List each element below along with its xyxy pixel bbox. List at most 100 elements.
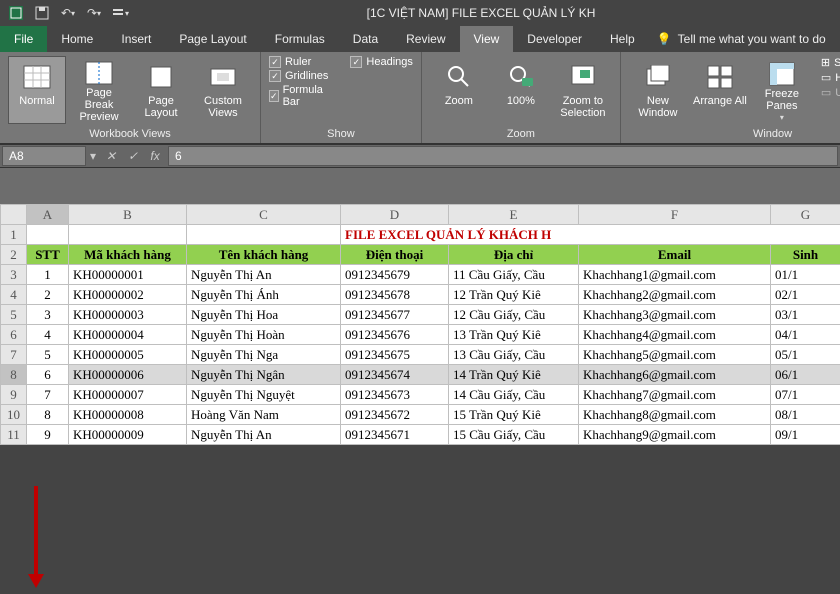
cell-makh[interactable]: KH00000006 — [69, 365, 187, 385]
redo-icon[interactable]: ↷▾ — [84, 3, 104, 23]
grid-table[interactable]: A B C D E F G 1 FILE EXCEL QUẢN LÝ KHÁCH… — [0, 204, 840, 445]
undo-icon[interactable]: ↶▾ — [58, 3, 78, 23]
zoom-100-button[interactable]: 100% — [492, 56, 550, 124]
table-row[interactable]: 5 3 KH00000003 Nguyễn Thị Hoa 0912345677… — [1, 305, 840, 325]
zoom-to-selection-button[interactable]: Zoom to Selection — [554, 56, 612, 124]
cell-ten[interactable]: Nguyễn Thị An — [187, 425, 341, 445]
cell-sinh[interactable]: 01/1 — [771, 265, 840, 285]
formula-input[interactable]: 6 — [168, 146, 838, 166]
name-box[interactable]: A8 — [2, 146, 86, 166]
col-header-c[interactable]: C — [187, 205, 341, 225]
row-header[interactable]: 2 — [1, 245, 27, 265]
cell-makh[interactable]: KH00000002 — [69, 285, 187, 305]
cell-dt[interactable]: 0912345679 — [341, 265, 449, 285]
cell-sinh[interactable]: 02/1 — [771, 285, 840, 305]
cell-stt[interactable]: 7 — [27, 385, 69, 405]
col-header-e[interactable]: E — [449, 205, 579, 225]
cell-dt[interactable]: 0912345675 — [341, 345, 449, 365]
tab-review[interactable]: Review — [392, 26, 459, 52]
cell-dt[interactable]: 0912345673 — [341, 385, 449, 405]
tab-insert[interactable]: Insert — [107, 26, 165, 52]
tell-me[interactable]: 💡Tell me what you want to do — [657, 26, 826, 52]
cell-makh[interactable]: KH00000001 — [69, 265, 187, 285]
cell-email[interactable]: Khachhang4@gmail.com — [579, 325, 771, 345]
table-row[interactable]: 3 1 KH00000001 Nguyễn Thị An 0912345679 … — [1, 265, 840, 285]
cell-email[interactable]: Khachhang1@gmail.com — [579, 265, 771, 285]
cell-email[interactable]: Khachhang3@gmail.com — [579, 305, 771, 325]
split-button[interactable]: ⊞Split — [821, 56, 840, 69]
normal-view-button[interactable]: Normal — [8, 56, 66, 124]
page-layout-view-button[interactable]: Page Layout — [132, 56, 190, 124]
cell-email[interactable]: Khachhang6@gmail.com — [579, 365, 771, 385]
column-headers[interactable]: A B C D E F G — [1, 205, 840, 225]
table-row[interactable]: 9 7 KH00000007 Nguyễn Thị Nguyệt 0912345… — [1, 385, 840, 405]
cell-email[interactable]: Khachhang2@gmail.com — [579, 285, 771, 305]
freeze-panes-button[interactable]: Freeze Panes▾ — [753, 56, 811, 124]
cell-ten[interactable]: Hoàng Văn Nam — [187, 405, 341, 425]
tab-developer[interactable]: Developer — [513, 26, 596, 52]
table-row[interactable]: 7 5 KH00000005 Nguyễn Thị Nga 0912345675… — [1, 345, 840, 365]
enter-formula-button[interactable]: ✓ — [122, 146, 144, 166]
row-header[interactable]: 3 — [1, 265, 27, 285]
cell-ten[interactable]: Nguyễn Thị An — [187, 265, 341, 285]
cell-makh[interactable]: KH00000008 — [69, 405, 187, 425]
cell-stt[interactable]: 4 — [27, 325, 69, 345]
name-box-dropdown-icon[interactable]: ▾ — [86, 149, 100, 163]
tab-page-layout[interactable]: Page Layout — [165, 26, 260, 52]
cell-email[interactable]: Khachhang7@gmail.com — [579, 385, 771, 405]
cell-email[interactable]: Khachhang5@gmail.com — [579, 345, 771, 365]
cell-dt[interactable]: 0912345677 — [341, 305, 449, 325]
zoom-button[interactable]: Zoom — [430, 56, 488, 124]
cell-makh[interactable]: KH00000003 — [69, 305, 187, 325]
cell-ten[interactable]: Nguyễn Thị Hoa — [187, 305, 341, 325]
cell-dt[interactable]: 0912345678 — [341, 285, 449, 305]
cell-makh[interactable]: KH00000007 — [69, 385, 187, 405]
cell-dc[interactable]: 11 Cầu Giấy, Cầu — [449, 265, 579, 285]
fx-button[interactable]: fx — [144, 146, 166, 166]
col-header-f[interactable]: F — [579, 205, 771, 225]
tab-help[interactable]: Help — [596, 26, 649, 52]
cell-dt[interactable]: 0912345672 — [341, 405, 449, 425]
row-header[interactable]: 5 — [1, 305, 27, 325]
row-header[interactable]: 4 — [1, 285, 27, 305]
cell-makh[interactable]: KH00000005 — [69, 345, 187, 365]
row-header[interactable]: 8 — [1, 365, 27, 385]
cell-ten[interactable]: Nguyễn Thị Nga — [187, 345, 341, 365]
cell-stt[interactable]: 2 — [27, 285, 69, 305]
cell-dt[interactable]: 0912345676 — [341, 325, 449, 345]
cell-stt[interactable]: 6 — [27, 365, 69, 385]
cell-stt[interactable]: 1 — [27, 265, 69, 285]
cell-stt[interactable]: 3 — [27, 305, 69, 325]
page-break-preview-button[interactable]: Page Break Preview — [70, 56, 128, 124]
cell-stt[interactable]: 5 — [27, 345, 69, 365]
arrange-all-button[interactable]: Arrange All — [691, 56, 749, 124]
table-row[interactable]: 11 9 KH00000009 Nguyễn Thị An 0912345671… — [1, 425, 840, 445]
table-row[interactable]: 6 4 KH00000004 Nguyễn Thị Hoàn 091234567… — [1, 325, 840, 345]
row-header[interactable]: 9 — [1, 385, 27, 405]
cell-sinh[interactable]: 04/1 — [771, 325, 840, 345]
worksheet[interactable]: A B C D E F G 1 FILE EXCEL QUẢN LÝ KHÁCH… — [0, 204, 840, 445]
sheet-title[interactable]: FILE EXCEL QUẢN LÝ KHÁCH H — [341, 225, 840, 245]
row-2-headers[interactable]: 2 STT Mã khách hàng Tên khách hàng Điện … — [1, 245, 840, 265]
cell-ten[interactable]: Nguyễn Thị Ánh — [187, 285, 341, 305]
cell-dc[interactable]: 13 Trần Quý Kiê — [449, 325, 579, 345]
tab-view[interactable]: View — [460, 26, 514, 52]
custom-views-button[interactable]: Custom Views — [194, 56, 252, 124]
headings-checkbox[interactable]: ✓Headings — [350, 56, 412, 68]
cancel-formula-button[interactable]: ✕ — [100, 146, 122, 166]
cell-dc[interactable]: 14 Trần Quý Kiê — [449, 365, 579, 385]
row-header[interactable]: 1 — [1, 225, 27, 245]
cell-sinh[interactable]: 06/1 — [771, 365, 840, 385]
cell-dc[interactable]: 15 Trần Quý Kiê — [449, 405, 579, 425]
cell-ten[interactable]: Nguyễn Thị Ngân — [187, 365, 341, 385]
cell-email[interactable]: Khachhang9@gmail.com — [579, 425, 771, 445]
col-header-b[interactable]: B — [69, 205, 187, 225]
row-header[interactable]: 11 — [1, 425, 27, 445]
cell-dc[interactable]: 12 Cầu Giấy, Cầu — [449, 305, 579, 325]
excel-icon[interactable] — [6, 3, 26, 23]
table-row[interactable]: 4 2 KH00000002 Nguyễn Thị Ánh 0912345678… — [1, 285, 840, 305]
cell-sinh[interactable]: 09/1 — [771, 425, 840, 445]
ruler-checkbox[interactable]: ✓Ruler — [269, 56, 328, 68]
cell-ten[interactable]: Nguyễn Thị Nguyệt — [187, 385, 341, 405]
cell-dc[interactable]: 14 Cầu Giấy, Cầu — [449, 385, 579, 405]
